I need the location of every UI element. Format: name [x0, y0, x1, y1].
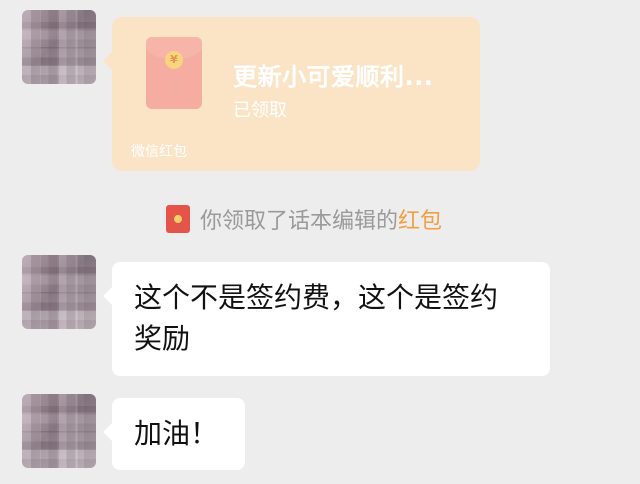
- chat-message[interactable]: 加油！: [103, 398, 245, 470]
- avatar[interactable]: [22, 255, 96, 329]
- red-packet-message[interactable]: ¥ 更新小可爱顺利... 已领取 微信红包: [103, 17, 480, 171]
- system-notification: 你领取了话本编辑的红包: [166, 201, 442, 237]
- red-packet-icon: ¥: [146, 37, 202, 109]
- system-notification-text: 你领取了话本编辑的红包: [200, 203, 442, 235]
- chat-message[interactable]: 这个不是签约费，这个是签约 奖励: [103, 262, 550, 376]
- red-packet-status: 已领取: [233, 100, 287, 121]
- avatar[interactable]: [22, 394, 96, 468]
- avatar[interactable]: [22, 10, 96, 84]
- red-packet-source: 微信红包: [131, 144, 187, 160]
- red-packet-icon: [166, 205, 190, 233]
- message-text: 加油！: [134, 417, 219, 450]
- system-notification-prefix: 你领取了话本编辑的: [200, 209, 399, 234]
- red-packet-link[interactable]: 红包: [398, 209, 442, 234]
- red-packet-title: 更新小可爱顺利...: [233, 63, 434, 91]
- message-text: 这个不是签约费，这个是签约 奖励: [134, 281, 499, 355]
- red-packet-coin-icon: ¥: [165, 51, 183, 69]
